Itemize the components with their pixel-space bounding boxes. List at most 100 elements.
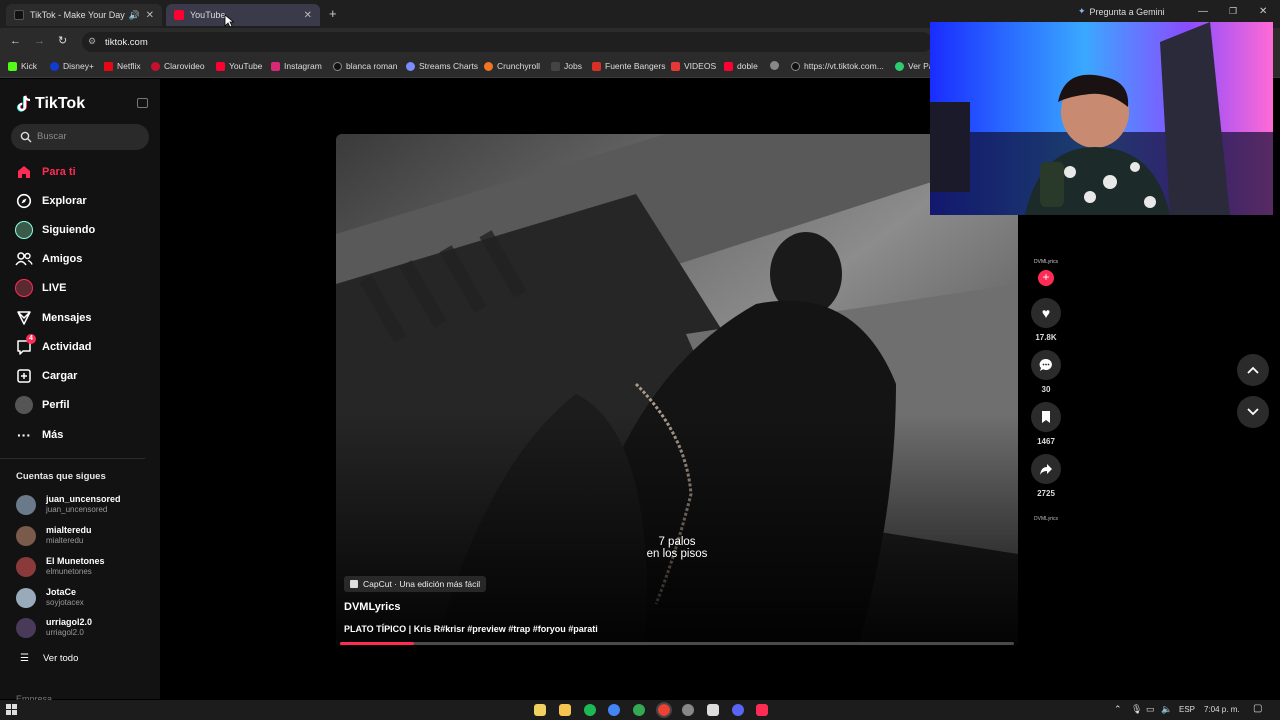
bookmark-ver-pa[interactable]: Ver Pa <box>895 61 934 71</box>
nav-actividad[interactable]: 4 Actividad <box>14 334 92 357</box>
sound-disc[interactable]: DVMLyrics <box>1031 512 1061 526</box>
address-bar[interactable]: ⚙ tiktok.com <box>82 32 932 52</box>
save-button[interactable] <box>1031 402 1061 432</box>
activity-badge: 4 <box>26 334 36 344</box>
kick-icon <box>8 61 17 71</box>
follow-button[interactable]: + <box>1038 270 1054 286</box>
reload-button[interactable]: ↻ <box>58 34 67 47</box>
see-all-link[interactable]: ☰ Ver todo <box>20 653 78 664</box>
divider <box>0 458 145 459</box>
nav-mensajes[interactable]: Mensajes <box>14 308 92 328</box>
maximize-button[interactable]: ❐ <box>1229 6 1237 17</box>
tray-chevron-icon[interactable]: ⌃ <box>1114 704 1122 715</box>
nav-mas[interactable]: ··· Más <box>14 425 63 445</box>
upload-icon <box>14 366 34 386</box>
progress-track[interactable] <box>340 642 1014 645</box>
followed-account[interactable]: juan_uncensored juan_uncensored <box>16 494 121 515</box>
tiktok-favicon-icon <box>14 10 24 20</box>
bookmark-youtube[interactable]: YouTube <box>216 61 262 71</box>
video-player[interactable]: 7 palos en los pisos CapCut · Una edició… <box>336 134 1018 646</box>
search-input[interactable]: Buscar <box>11 124 149 150</box>
windows-start-icon[interactable] <box>6 704 17 715</box>
followed-account[interactable]: mialteredu mialteredu <box>16 525 92 546</box>
bookmark-streams-charts[interactable]: Streams Charts <box>406 61 478 71</box>
caption-line: en los pisos <box>646 548 708 560</box>
notifications-icon[interactable]: ▢ <box>1253 703 1262 714</box>
capcut-app-icon[interactable] <box>707 704 719 716</box>
followed-account[interactable]: urriagol2.0 urriagol2.0 <box>16 617 92 638</box>
forward-button[interactable]: → <box>34 35 45 47</box>
creator-avatar[interactable]: DVMLyrics <box>1031 254 1061 270</box>
collapse-sidebar-icon[interactable] <box>137 98 148 108</box>
bookmark-crunchyroll[interactable]: Crunchyroll <box>484 61 540 71</box>
bookmark-fuente-bangers[interactable]: Fuente Bangers <box>592 61 665 71</box>
gemini-label: Pregunta a Gemini <box>1089 6 1165 17</box>
discord-icon[interactable] <box>732 704 744 716</box>
nav-explorar[interactable]: Explorar <box>14 191 87 211</box>
webcam-overlay <box>930 22 1273 215</box>
account-name: mialteredu <box>46 525 92 535</box>
close-window-button[interactable]: ✕ <box>1259 6 1267 17</box>
speaker-icon[interactable]: 🔊 <box>129 10 140 21</box>
tiktok-logo[interactable]: TikTok <box>16 95 85 113</box>
chrome-icon[interactable] <box>608 704 620 716</box>
avatar <box>16 556 36 577</box>
volume-icon[interactable]: 🔈 <box>1161 704 1172 715</box>
clock[interactable]: 7:04 p. m. <box>1204 705 1240 714</box>
bookmark-clarovideo[interactable]: Clarovideo <box>151 61 205 71</box>
close-tab-icon[interactable]: ✕ <box>146 10 154 21</box>
chrome-profile-icon[interactable] <box>633 704 645 716</box>
previous-video-button[interactable] <box>1237 354 1269 386</box>
youtube-favicon-icon <box>174 10 184 20</box>
app-icon[interactable] <box>682 704 694 716</box>
bookmark-blanca-roman[interactable]: blanca roman <box>333 61 398 71</box>
comment-button[interactable] <box>1031 350 1061 380</box>
spotify-icon[interactable] <box>584 704 596 716</box>
profile-icon <box>14 395 34 415</box>
avatar <box>16 617 36 638</box>
tab-youtube[interactable]: YouTube ✕ <box>166 4 320 26</box>
nav-amigos[interactable]: Amigos <box>14 249 82 269</box>
bookmark-instagram[interactable]: Instagram <box>271 61 322 71</box>
microphone-icon[interactable]: 🎙 <box>1131 704 1142 715</box>
followed-account[interactable]: JotaCe soyjotacex <box>16 587 84 608</box>
back-button[interactable]: ← <box>10 35 21 47</box>
tab-tiktok[interactable]: TikTok - Make Your Day 🔊 ✕ <box>6 4 162 26</box>
bookmark-disney[interactable]: Disney+ <box>50 61 94 71</box>
video-frame <box>336 134 1018 646</box>
share-button[interactable] <box>1031 454 1061 484</box>
capcut-tag[interactable]: CapCut · Una edición más fácil <box>344 576 487 592</box>
bookmark-kick[interactable]: Kick <box>8 61 37 71</box>
nav-perfil[interactable]: Perfil <box>14 395 70 415</box>
nav-live[interactable]: LIVE <box>14 278 66 298</box>
new-tab-button[interactable]: + <box>329 6 337 21</box>
comment-icon <box>1039 358 1052 371</box>
minimize-button[interactable]: — <box>1198 6 1208 17</box>
gemini-button[interactable]: ✦ Pregunta a Gemini <box>1078 6 1165 17</box>
file-explorer-icon[interactable] <box>559 704 571 716</box>
bookmark-vt-tiktok[interactable]: https://vt.tiktok.com... <box>791 61 884 71</box>
video-author[interactable]: DVMLyrics <box>344 601 400 613</box>
comment-count: 30 <box>1041 385 1051 394</box>
bookmark-doble[interactable]: doble <box>724 61 758 71</box>
bookmark-videos[interactable]: VIDEOS <box>671 61 716 71</box>
bookmark-jobs[interactable]: Jobs <box>551 61 582 71</box>
bookmark-label: Crunchyroll <box>497 61 540 71</box>
tiktok-app-icon[interactable] <box>756 704 768 716</box>
language-indicator[interactable]: ESP <box>1179 705 1195 714</box>
close-tab-icon[interactable]: ✕ <box>304 10 312 21</box>
nav-cargar[interactable]: Cargar <box>14 366 77 386</box>
bookmark-globe[interactable] <box>770 61 783 70</box>
site-info-icon[interactable]: ⚙ <box>88 36 96 47</box>
network-icon[interactable]: ▭ <box>1146 704 1155 715</box>
chrome-active-icon[interactable] <box>656 702 672 718</box>
bookmark-netflix[interactable]: Netflix <box>104 61 141 71</box>
nav-para-ti[interactable]: Para ti <box>14 162 76 182</box>
followed-account[interactable]: El Munetones elmunetones <box>16 556 105 577</box>
next-video-button[interactable] <box>1237 396 1269 428</box>
nav-siguiendo[interactable]: Siguiendo <box>14 220 95 240</box>
widgets-icon[interactable] <box>534 704 546 716</box>
like-button[interactable]: ♥ <box>1031 298 1061 328</box>
capcut-icon <box>350 580 358 588</box>
bookmark-label: VIDEOS <box>684 61 717 71</box>
